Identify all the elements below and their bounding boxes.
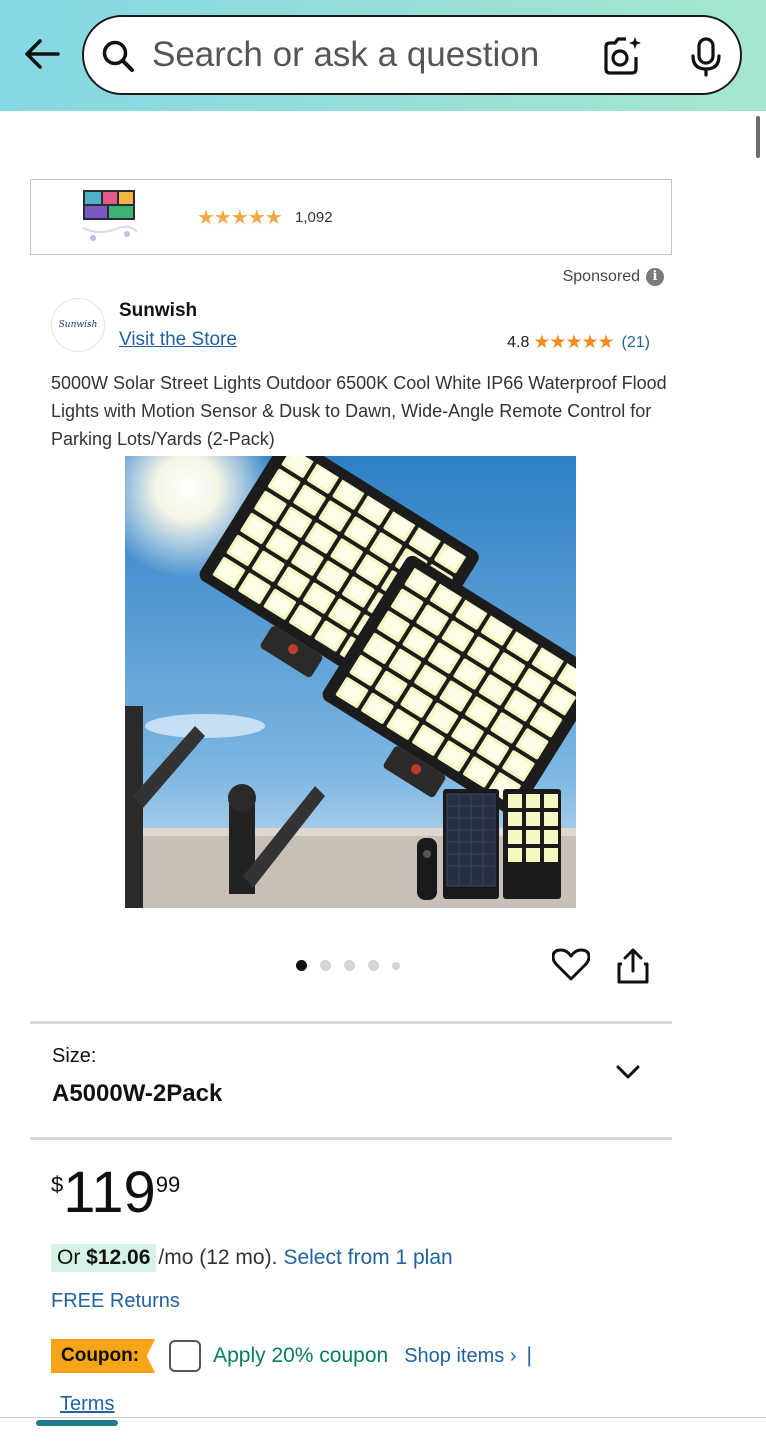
tab-indicator <box>36 1420 118 1426</box>
ad-product-thumbnail <box>79 188 141 244</box>
installment-highlight: Or $12.06 <box>51 1244 157 1272</box>
scrollbar[interactable] <box>756 116 760 158</box>
price: $ 119 99 <box>51 1160 180 1226</box>
carousel-dot[interactable] <box>344 960 355 971</box>
sponsored-label[interactable]: Sponsored i <box>563 268 664 286</box>
ad-rating-stars: ★★★★★ <box>197 207 283 229</box>
coupon-badge: Coupon: <box>51 1339 156 1373</box>
carousel-dot[interactable] <box>320 960 331 971</box>
price-whole: 119 <box>63 1160 156 1225</box>
image-carousel-dots[interactable] <box>296 960 400 971</box>
price-fraction: 99 <box>155 1172 181 1197</box>
installment-terms: /mo (12 mo). <box>158 1246 278 1269</box>
carousel-dot[interactable] <box>368 960 379 971</box>
store-rating[interactable]: 4.8 ★★★★★ (21) <box>507 331 650 354</box>
coupon-checkbox[interactable] <box>169 1340 202 1372</box>
coupon-separator: | <box>526 1344 532 1367</box>
camera-lens-icon[interactable] <box>600 35 644 79</box>
share-icon[interactable] <box>616 947 650 985</box>
visit-store-link[interactable]: Visit the Store <box>119 329 237 351</box>
terms-link[interactable]: Terms <box>60 1393 114 1416</box>
search-box[interactable] <box>82 15 742 95</box>
chevron-down-icon[interactable] <box>614 1060 642 1084</box>
coupon-row: Coupon: Apply 20% coupon Shop items › | <box>51 1336 532 1376</box>
heart-icon[interactable] <box>551 947 591 983</box>
brand-name: Sunwish <box>119 300 198 321</box>
divider <box>30 1137 672 1140</box>
product-title: 5000W Solar Street Lights Outdoor 6500K … <box>51 373 667 449</box>
installment-prefix: Or <box>57 1246 87 1269</box>
carousel-dot[interactable] <box>392 961 400 970</box>
shop-items-link[interactable]: Shop items › <box>404 1345 516 1368</box>
price-symbol: $ <box>51 1172 64 1197</box>
sponsored-text: Sponsored <box>562 268 640 285</box>
ad-review-count: 1,092 <box>295 209 333 226</box>
brand-logo[interactable]: Sunwish <box>51 298 105 352</box>
free-returns-link[interactable]: FREE Returns <box>51 1290 180 1313</box>
rating-stars-icon: ★★★★★ <box>533 332 614 353</box>
back-arrow-icon[interactable] <box>18 30 66 78</box>
rating-count[interactable]: (21) <box>622 334 650 352</box>
size-label: Size: <box>52 1045 97 1067</box>
product-image[interactable] <box>97 398 602 908</box>
installment-amount: $12.06 <box>86 1246 151 1269</box>
sponsored-ad-banner[interactable]: ★★★★★ 1,092 <box>30 179 672 255</box>
size-value[interactable]: A5000W-2Pack <box>52 1080 222 1108</box>
apply-coupon-label[interactable]: Apply 20% coupon <box>213 1344 388 1368</box>
info-icon[interactable]: i <box>646 268 664 286</box>
microphone-icon[interactable] <box>684 35 728 79</box>
rating-value: 4.8 <box>507 333 530 351</box>
select-plan-link[interactable]: Select from 1 plan <box>283 1246 452 1270</box>
top-search-bar <box>0 0 766 111</box>
search-input[interactable] <box>152 27 582 83</box>
divider <box>30 1021 672 1024</box>
carousel-dot[interactable] <box>296 960 307 971</box>
installment-offer: Or $12.06 /mo (12 mo). Select from 1 pla… <box>51 1244 453 1272</box>
search-icon <box>100 38 136 74</box>
